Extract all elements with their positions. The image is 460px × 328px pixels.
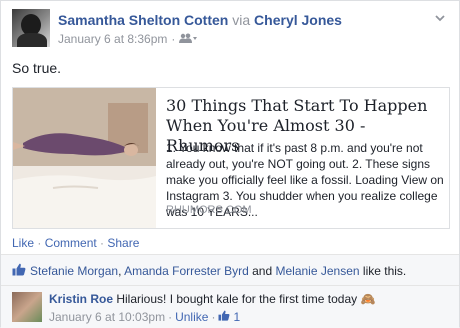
- share-button[interactable]: Share: [107, 236, 139, 250]
- action-separator: ·: [34, 236, 45, 250]
- post-text: So true.: [12, 60, 62, 76]
- post-timestamp[interactable]: January 6 at 8:36pm: [58, 32, 167, 46]
- meta-separator: ·: [171, 32, 176, 46]
- feed-story: Samantha Shelton Cotten via Cheryl Jones…: [0, 0, 460, 328]
- comment-meta-separator: ·: [211, 310, 216, 324]
- story-actions: Like · Comment · Share: [12, 236, 139, 250]
- likes-sentence: Stefanie Morgan, Amanda Forrester Byrd a…: [12, 263, 406, 279]
- comment-like-count[interactable]: 1: [233, 310, 240, 324]
- liker-name-link[interactable]: Melanie Jensen: [276, 264, 360, 278]
- commenter-name-link[interactable]: Kristin Roe: [49, 292, 113, 306]
- story-meta: January 6 at 8:36pm ·: [58, 32, 198, 46]
- group-audience-icon[interactable]: [179, 32, 198, 46]
- link-preview[interactable]: 30 Things That Start To Happen When You'…: [12, 87, 450, 229]
- thumbs-up-icon: [218, 310, 230, 324]
- via-label: via: [232, 12, 251, 28]
- commenter-avatar[interactable]: [12, 292, 42, 322]
- comment-button[interactable]: Comment: [45, 236, 97, 250]
- story-header: Samantha Shelton Cotten via Cheryl Jones: [58, 12, 342, 28]
- via-name-link[interactable]: Cheryl Jones: [254, 12, 342, 28]
- comment-meta-separator: ·: [168, 310, 173, 324]
- author-name-link[interactable]: Samantha Shelton Cotten: [58, 12, 228, 28]
- link-domain: RHUMORS.COM: [166, 204, 252, 216]
- liker-name-link[interactable]: Amanda Forrester Byrd: [124, 264, 249, 278]
- author-avatar[interactable]: [12, 9, 50, 47]
- liker-name-link[interactable]: Stefanie Morgan: [30, 264, 118, 278]
- comment-body: Kristin Roe Hilarious! I bought kale for…: [49, 292, 375, 306]
- comment-timestamp[interactable]: January 6 at 10:03pm: [49, 310, 165, 324]
- likes-suffix: like this.: [359, 264, 407, 278]
- thumbs-up-icon: [12, 263, 26, 279]
- comment-meta: January 6 at 10:03pm · Unlike · 1: [49, 310, 240, 324]
- unlike-button[interactable]: Unlike: [175, 310, 208, 324]
- like-button[interactable]: Like: [12, 236, 34, 250]
- likes-and: and: [248, 264, 276, 278]
- dropdown-chevron-icon[interactable]: [435, 10, 445, 22]
- link-thumbnail[interactable]: [13, 88, 156, 228]
- comment-text: Hilarious! I bought kale for the first t…: [113, 292, 376, 306]
- action-separator: ·: [96, 236, 108, 250]
- likes-summary: Stefanie Morgan, Amanda Forrester Byrd a…: [1, 254, 459, 285]
- comment-row: Kristin Roe Hilarious! I bought kale for…: [1, 285, 459, 328]
